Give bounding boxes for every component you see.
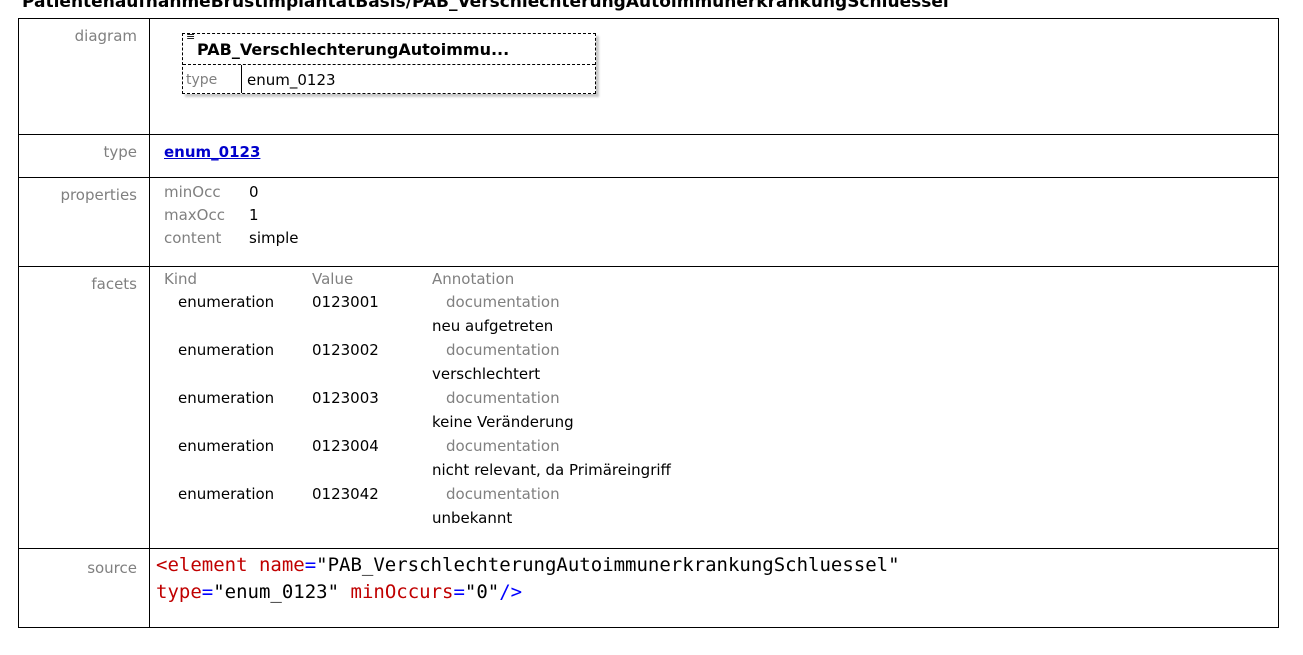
page-heading: PatientenaufnahmeBrustimplantatBasis/PAB… <box>22 0 949 12</box>
facet-annotation-label: documentation <box>446 389 560 407</box>
facet-kind: enumeration <box>178 437 275 455</box>
diagram-type-label: type <box>186 72 218 88</box>
element-doc-table: diagram ≡ PAB_VerschlechterungAutoimmu..… <box>18 18 1279 628</box>
source-label: source <box>18 548 150 628</box>
diagram-row: diagram ≡ PAB_VerschlechterungAutoimmu..… <box>18 18 1279 135</box>
facets-header: Kind Value Annotation <box>164 268 1278 290</box>
source-line-1: <element name="PAB_VerschlechterungAutoi… <box>156 552 1278 579</box>
type-row: type enum_0123 <box>18 134 1279 178</box>
xml-attr-type-value: "enum_0123" <box>213 581 340 603</box>
type-cell: enum_0123 <box>149 134 1279 178</box>
facets-header-annotation: Annotation <box>432 270 515 288</box>
facet-value: 0123004 <box>312 437 379 455</box>
facet-documentation: verschlechtert <box>432 365 541 383</box>
property-row: minOcc 0 <box>164 181 1278 204</box>
facet-annotation-label: documentation <box>446 293 560 311</box>
properties-cell: minOcc 0 maxOcc 1 content simple <box>149 177 1279 267</box>
properties-label: properties <box>18 177 150 267</box>
diagram-cell: ≡ PAB_VerschlechterungAutoimmu... type e… <box>149 18 1279 135</box>
xml-equals: = <box>453 581 465 603</box>
facet-kind: enumeration <box>178 485 275 503</box>
type-link[interactable]: enum_0123 <box>164 143 260 161</box>
xml-attr-value: "PAB_VerschlechterungAutoimmunerkrankung… <box>316 554 900 576</box>
property-key: content <box>164 229 222 247</box>
facet-row: enumeration 0123042 documentation <box>164 482 1278 506</box>
facet-value: 0123003 <box>312 389 379 407</box>
facet-value: 0123001 <box>312 293 379 311</box>
facet-documentation: nicht relevant, da Primäreingriff <box>432 461 671 479</box>
diagram-separator <box>183 64 595 65</box>
xml-close-tag: /> <box>499 581 523 603</box>
type-label: type <box>18 134 150 178</box>
facet-annotation-label: documentation <box>446 485 560 503</box>
xml-attr-minoccurs: minOccurs <box>339 581 454 603</box>
diagram-type-divider <box>241 65 242 93</box>
facet-row: enumeration 0123003 documentation <box>164 386 1278 410</box>
source-cell: <element name="PAB_VerschlechterungAutoi… <box>149 548 1279 628</box>
xml-equals: = <box>304 554 317 576</box>
property-value: 0 <box>249 183 259 201</box>
element-list-icon: ≡ <box>186 30 196 43</box>
facet-row: enumeration 0123004 documentation <box>164 434 1278 458</box>
facet-annotation-label: documentation <box>446 437 560 455</box>
xml-attr-minoccurs-value: "0" <box>464 581 500 603</box>
property-value: 1 <box>249 206 259 224</box>
xml-equals: = <box>201 581 214 603</box>
property-row: maxOcc 1 <box>164 204 1278 227</box>
facet-documentation: keine Veränderung <box>432 413 574 431</box>
diagram-element-name: PAB_VerschlechterungAutoimmu... <box>197 40 510 59</box>
facet-value: 0123002 <box>312 341 379 359</box>
facet-documentation: neu aufgetreten <box>432 317 554 335</box>
facet-row: enumeration 0123002 documentation <box>164 338 1278 362</box>
facets-header-value: Value <box>312 270 354 288</box>
facet-documentation: unbekannt <box>432 509 513 527</box>
property-key: minOcc <box>164 183 221 201</box>
facets-label: facets <box>18 266 150 549</box>
properties-list: minOcc 0 maxOcc 1 content simple <box>164 181 1278 250</box>
xml-open-tag: <element <box>156 554 248 576</box>
source-row: source <element name="PAB_Verschlechteru… <box>18 548 1279 628</box>
property-value: simple <box>249 229 299 247</box>
facets-table: Kind Value Annotation enumeration 012300… <box>164 268 1278 530</box>
facet-kind: enumeration <box>178 341 275 359</box>
diagram-label: diagram <box>18 18 150 135</box>
facet-annotation-label: documentation <box>446 341 560 359</box>
facets-header-kind: Kind <box>164 270 198 288</box>
facets-cell: Kind Value Annotation enumeration 012300… <box>149 266 1279 549</box>
xml-attr-name: name <box>247 554 305 576</box>
element-diagram-box[interactable]: ≡ PAB_VerschlechterungAutoimmu... type e… <box>182 30 596 94</box>
properties-row: properties minOcc 0 maxOcc 1 content sim… <box>18 177 1279 267</box>
facet-value: 0123042 <box>312 485 379 503</box>
diagram-type-value: enum_0123 <box>247 71 336 89</box>
source-line-2: type="enum_0123" minOccurs="0"/> <box>156 579 1278 606</box>
facets-row: facets Kind Value Annotation enumeration… <box>18 266 1279 549</box>
facet-kind: enumeration <box>178 293 275 311</box>
source-code: <element name="PAB_VerschlechterungAutoi… <box>156 549 1278 606</box>
facet-kind: enumeration <box>178 389 275 407</box>
property-key: maxOcc <box>164 206 225 224</box>
property-row: content simple <box>164 227 1278 250</box>
xml-attr-type: type <box>156 581 202 603</box>
facet-row: enumeration 0123001 documentation <box>164 290 1278 314</box>
